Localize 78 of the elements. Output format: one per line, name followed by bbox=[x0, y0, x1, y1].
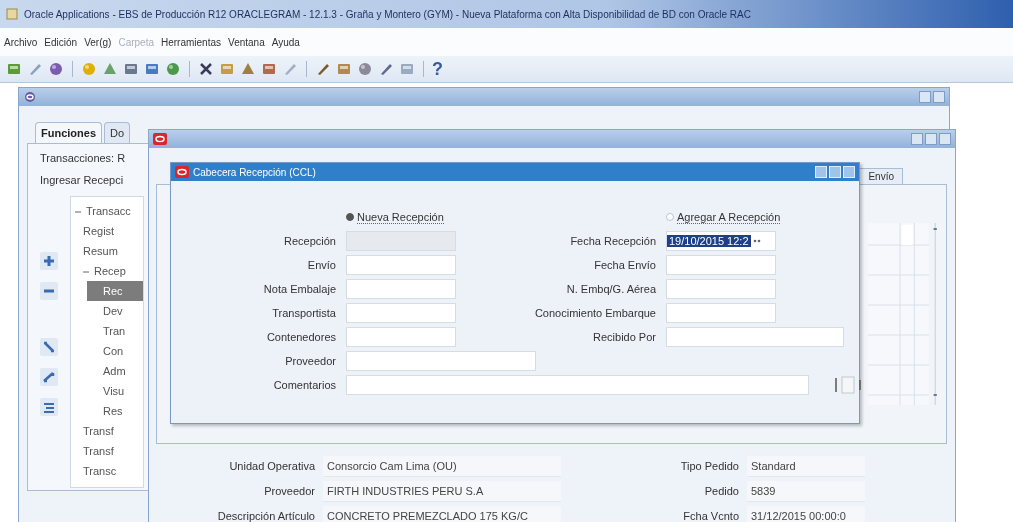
menu-item[interactable]: Herramientas bbox=[161, 36, 221, 48]
plus-icon[interactable] bbox=[40, 252, 58, 270]
field-value: Standard bbox=[747, 456, 865, 477]
tree-item[interactable]: Transc bbox=[79, 461, 143, 481]
field-label: Comentarios bbox=[273, 378, 336, 393]
minus-icon[interactable] bbox=[75, 209, 81, 216]
tree-item[interactable]: Resum bbox=[79, 241, 143, 261]
radio-option[interactable]: Agregar A Recepción bbox=[666, 207, 876, 227]
help-icon[interactable]: ? bbox=[432, 60, 443, 78]
tree-item[interactable]: Visu bbox=[87, 381, 143, 401]
input-field[interactable] bbox=[346, 303, 456, 323]
window-title: Oracle Applications - EBS de Producción R12 ORACLEGRAM - 12.1.3 - Graña y Montero (GYM) - Nueva Plataforma con Alta Disponibilidad de BD con Oracle RAC bbox=[24, 8, 751, 20]
tab[interactable]: Funciones bbox=[35, 122, 102, 143]
menu-item[interactable]: Ventana bbox=[228, 36, 265, 48]
tree-item[interactable]: Adm bbox=[87, 361, 143, 381]
field-label: Unidad Operativa bbox=[228, 459, 315, 474]
field-label: Conocimiento Embarque bbox=[534, 306, 656, 321]
app-icon bbox=[6, 8, 18, 20]
field-label: Transportista bbox=[272, 306, 336, 321]
input-field[interactable] bbox=[346, 375, 809, 395]
ellipsis-icon[interactable] bbox=[752, 239, 761, 243]
field-label: Proveedor bbox=[263, 484, 315, 499]
tab[interactable]: Do bbox=[104, 122, 131, 143]
oracle-icon bbox=[153, 133, 167, 145]
field-label: Nota Embalaje bbox=[263, 282, 336, 297]
field-label: Fecha Recepción bbox=[570, 234, 656, 249]
field-label: Fecha Envío bbox=[594, 258, 656, 273]
field-value: 5839 bbox=[747, 481, 865, 502]
input-field[interactable] bbox=[346, 351, 536, 371]
dialog-title: Cabecera Recepción (CCL) bbox=[193, 166, 317, 178]
tree-item[interactable]: Recep bbox=[79, 261, 143, 281]
tree-item[interactable]: Regist bbox=[79, 221, 143, 241]
field-value: CONCRETO PREMEZCLADO 175 KG/C bbox=[323, 506, 561, 522]
oracle-icon bbox=[175, 166, 189, 178]
field-label: N. Embq/G. Aérea bbox=[566, 282, 656, 297]
input-field[interactable] bbox=[666, 255, 776, 275]
field-value: FIRTH INDUSTRIES PERU S.A bbox=[323, 481, 561, 502]
tree-item[interactable]: Tran bbox=[87, 321, 143, 341]
input-field[interactable]: 19/10/2015 12:2 bbox=[666, 231, 776, 251]
tree-item[interactable]: Res bbox=[87, 401, 143, 421]
tab[interactable]: Envío bbox=[859, 168, 903, 184]
menu-item[interactable]: Ayuda bbox=[271, 36, 300, 48]
field-label: Proveedor bbox=[285, 354, 336, 369]
window-controls[interactable] bbox=[815, 166, 855, 178]
tree-item[interactable]: Transacc bbox=[71, 201, 143, 221]
input-field[interactable] bbox=[666, 303, 776, 323]
field-value: Consorcio Cam Lima (OU) bbox=[323, 456, 561, 477]
input-field[interactable] bbox=[666, 279, 776, 299]
field-label: Envío bbox=[307, 258, 336, 273]
function-name: Ingresar Recepci bbox=[40, 174, 124, 186]
menu-item[interactable]: Archivo bbox=[4, 36, 38, 48]
input-field[interactable] bbox=[346, 255, 456, 275]
field-label: Descripción Artículo bbox=[216, 509, 315, 522]
field-label: Pedido bbox=[703, 484, 739, 499]
function-path: Transacciones: R bbox=[40, 152, 126, 164]
tree-item[interactable]: Rec bbox=[87, 281, 143, 301]
radio-option[interactable]: Nueva Recepción bbox=[346, 207, 456, 227]
menu-item[interactable]: Edición bbox=[44, 36, 78, 48]
field-label: Tipo Pedido bbox=[679, 459, 739, 474]
oracle-icon bbox=[23, 91, 37, 103]
input-field[interactable] bbox=[666, 327, 844, 347]
window-controls[interactable] bbox=[911, 133, 951, 145]
tree-item[interactable]: Con bbox=[87, 341, 143, 361]
field-label: Contenedores bbox=[266, 330, 336, 345]
tree-item[interactable]: Transf bbox=[79, 441, 143, 461]
minus-icon[interactable] bbox=[40, 282, 58, 300]
collapse-icon[interactable] bbox=[40, 398, 58, 416]
menu-item[interactable]: Ver(g) bbox=[84, 36, 112, 48]
field-label: Recibido Por bbox=[593, 330, 656, 345]
window-controls[interactable] bbox=[919, 91, 945, 103]
input-field[interactable] bbox=[346, 279, 456, 299]
minus-icon[interactable] bbox=[83, 269, 89, 276]
input-field[interactable] bbox=[346, 327, 456, 347]
field-value: 31/12/2015 00:00:0 bbox=[747, 506, 865, 522]
tree-item[interactable]: Dev bbox=[87, 301, 143, 321]
field-label: Fcha Vcnto bbox=[682, 509, 739, 522]
field-label: Recepción bbox=[284, 234, 336, 249]
tree-item[interactable]: Transf bbox=[79, 421, 143, 441]
